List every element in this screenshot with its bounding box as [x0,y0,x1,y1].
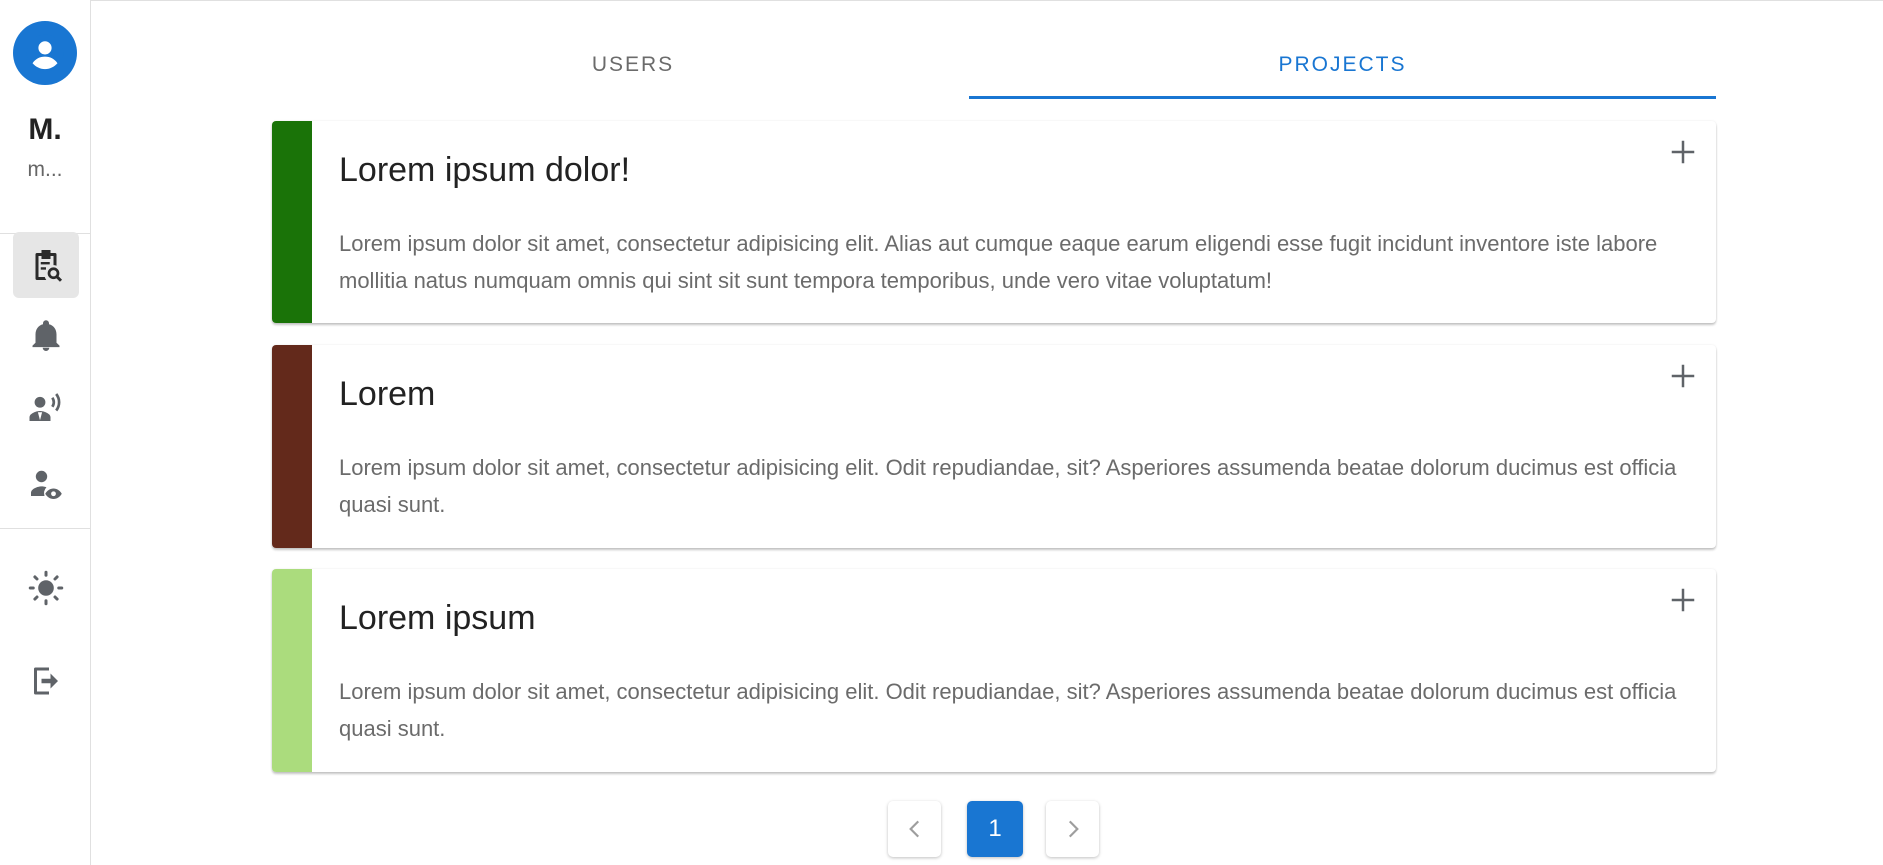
logout-button[interactable] [13,648,79,714]
logout-icon [34,667,58,695]
add-button[interactable] [1666,135,1700,169]
top-border [91,0,1883,1]
project-title: Lorem ipsum [339,599,536,637]
tab-projects[interactable]: PROJECTS [969,30,1716,100]
sidebar: M. m... [0,0,91,865]
sidebar-divider [0,528,90,529]
page-button[interactable]: 1 [967,801,1023,857]
project-color-bar [272,569,312,772]
tab-bar: USERS PROJECTS [272,30,1716,100]
project-card[interactable]: Lorem ipsum dolor! Lorem ipsum dolor sit… [272,121,1716,323]
plus-icon [1671,364,1695,388]
sun-icon [28,570,64,606]
plus-icon [1671,588,1695,612]
project-color-bar [272,121,312,323]
user-email: m... [27,158,63,181]
chevron-right-icon [1068,820,1079,838]
sidebar-item-projects[interactable] [13,232,79,298]
project-title: Lorem [339,375,436,413]
bell-icon [32,320,60,351]
chevron-left-icon [908,820,919,838]
project-description: Lorem ipsum dolor sit amet, consectetur … [339,679,1677,741]
project-card[interactable]: Lorem Lorem ipsum dolor sit amet, consec… [272,345,1716,548]
plus-icon [1671,140,1695,164]
tab-indicator [969,96,1716,99]
project-color-bar [272,345,312,548]
sidebar-item-broadcast[interactable] [13,376,79,442]
user-eye-icon [31,470,62,499]
clipboard-search-icon [35,250,63,282]
tab-users[interactable]: USERS [272,30,994,100]
add-button[interactable] [1666,359,1700,393]
project-card[interactable]: Lorem ipsum Lorem ipsum dolor sit amet, … [272,569,1716,772]
theme-toggle-button[interactable] [13,555,79,621]
avatar[interactable] [13,21,77,85]
sidebar-item-watchers[interactable] [13,451,79,517]
project-description: Lorem ipsum dolor sit amet, consectetur … [339,455,1677,517]
account-icon [26,34,64,72]
add-button[interactable] [1666,583,1700,617]
sidebar-item-notifications[interactable] [13,303,79,369]
prev-page-button[interactable] [888,801,941,857]
project-title: Lorem ipsum dolor! [339,151,631,189]
user-name: M. [28,113,62,146]
voice-speaker-icon [29,393,61,421]
next-page-button[interactable] [1046,801,1099,857]
project-description: Lorem ipsum dolor sit amet, consectetur … [339,231,1658,293]
